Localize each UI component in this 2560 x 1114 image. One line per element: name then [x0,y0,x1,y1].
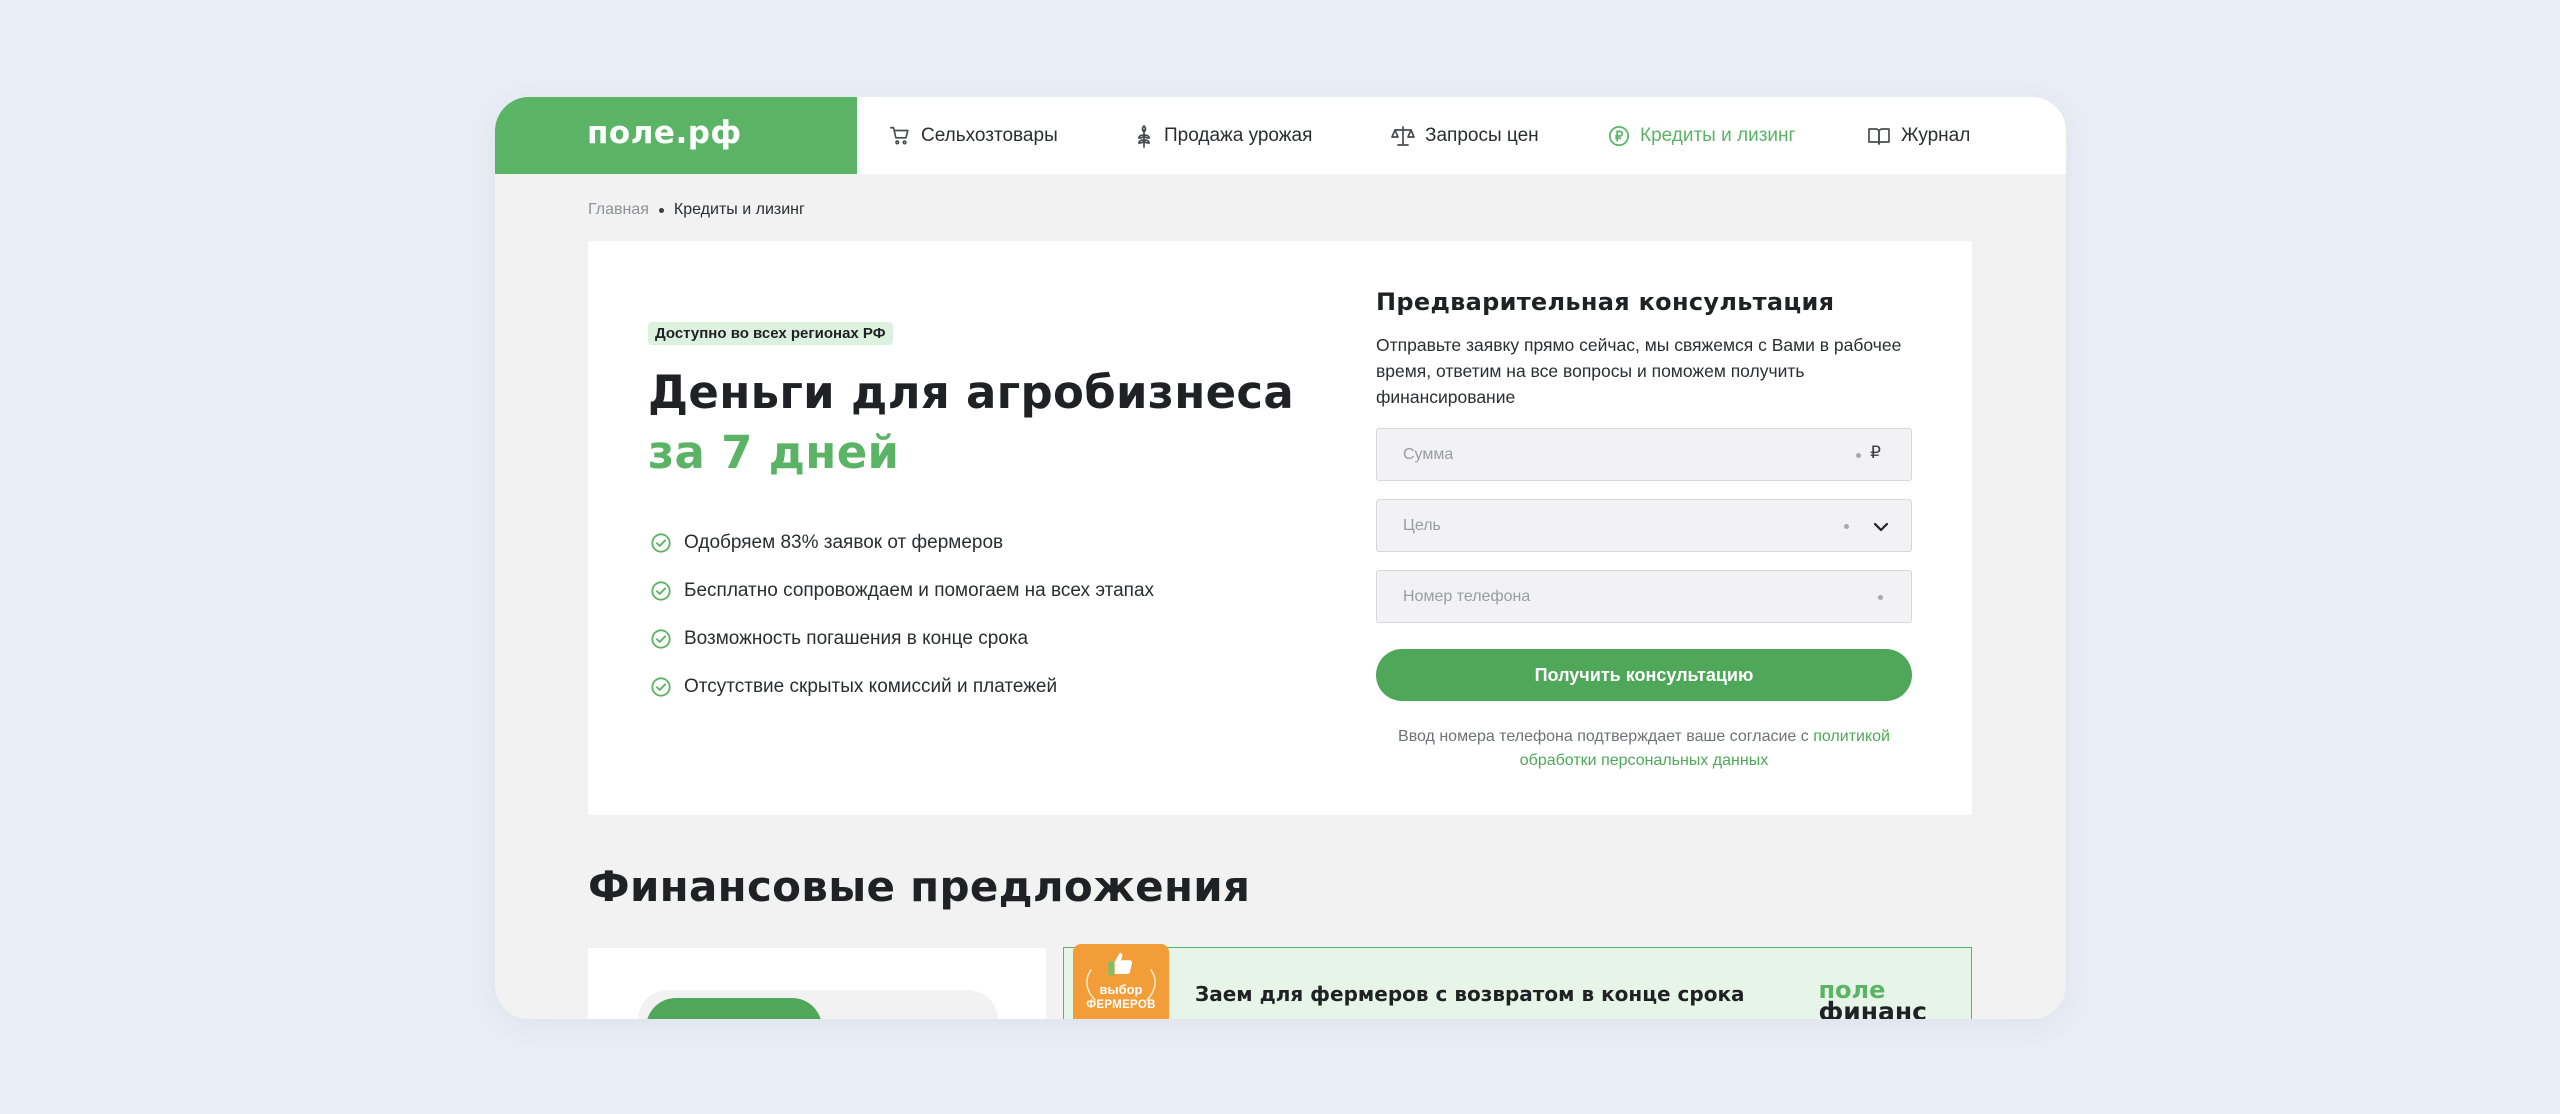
form-title: Предварительная консультация [1376,288,1835,316]
scales-icon [1391,125,1415,146]
partner-logo-line2: финанс [1818,997,1927,1019]
wheat-icon [1138,124,1150,148]
nav-label: Журнал [1901,124,1971,146]
required-dot [1844,524,1849,529]
logo-area[interactable]: поле.рф [495,97,857,174]
nav-item-journal[interactable]: Журнал [1867,97,1970,174]
list-item: Отсутствие скрытых комиссий и платежей [650,663,1154,711]
amount-field[interactable]: ₽ [1376,428,1912,481]
list-item: Одобряем 83% заявок от фермеров [650,519,1154,567]
list-item: Бесплатно сопровождаем и помогаем на все… [650,567,1154,615]
feature-text: Возможность погашения в конце срока [684,628,1029,649]
nav-item-price-requests[interactable]: Запросы цен [1391,97,1539,174]
offer-filter-card [588,948,1046,1019]
main-nav: Сельхозтовары Продажа урожая Запросы цен… [857,97,2066,174]
feature-list: Одобряем 83% заявок от фермеров Бесплатн… [650,519,1154,711]
feature-text: Бесплатно сопровождаем и помогаем на все… [684,580,1155,601]
amount-input[interactable] [1377,429,1911,480]
required-dot [1856,453,1861,458]
list-item: Возможность погашения в конце срока [650,615,1154,663]
required-dot [1878,595,1883,600]
hero-title-line2: за 7 дней [648,426,900,479]
nav-item-agro-goods[interactable]: Сельхозтовары [889,97,1058,174]
chevron-down-icon[interactable] [1871,517,1891,537]
phone-input[interactable] [1377,571,1911,622]
filter-toggle-active[interactable] [646,998,822,1019]
check-circle-icon [651,533,671,553]
pole-finans-logo: поле финанс [1818,978,1927,1019]
currency-suffix: ₽ [1870,443,1881,462]
section-title: Финансовые предложения [588,862,1251,911]
site-header: поле.рф Сельхозтовары Продажа урожая Зап… [495,97,2066,174]
purpose-select[interactable] [1376,499,1912,552]
nav-label: Кредиты и лизинг [1640,124,1796,146]
hero-title: Деньги для агробизнеса за 7 дней [648,363,1294,483]
breadcrumb: Главная Кредиты и лизинг [588,201,805,219]
nav-item-credits-leasing[interactable]: Кредиты и лизинг [1608,97,1795,174]
form-description: Отправьте заявку прямо сейчас, мы свяжем… [1376,335,1902,407]
hero-title-line1: Деньги для агробизнеса [648,366,1295,419]
feature-text: Отсутствие скрытых комиссий и платежей [684,676,1058,697]
breadcrumb-separator [658,207,664,213]
consultation-form: Предварительная консультация Отправьте з… [1376,288,1912,773]
nav-label: Сельхозтовары [921,124,1058,146]
award-line1: выбор [1099,982,1143,997]
check-circle-icon [651,677,671,697]
nav-item-harvest-sale[interactable]: Продажа урожая [1134,97,1312,174]
get-consultation-button[interactable]: Получить консультацию [1376,649,1912,701]
check-circle-icon [651,581,671,601]
breadcrumb-home[interactable]: Главная [588,201,649,219]
purpose-input[interactable] [1377,500,1911,551]
award-line2: ФЕРМЕРОВ [1086,999,1156,1011]
featured-offer-card[interactable]: выбор ФЕРМЕРОВ Заем для фермеров с возвр… [1063,944,1972,1019]
hero-card: Доступно во всех регионах РФ Деньги для … [588,241,1972,815]
site-logo[interactable]: поле.рф [587,115,742,151]
page-frame: поле.рф Сельхозтовары Продажа урожая Зап… [495,97,2066,1019]
nav-label: Запросы цен [1425,124,1539,146]
consent-note: Ввод номера телефона подтверждает ваше с… [1376,725,1912,773]
breadcrumb-current: Кредиты и лизинг [673,201,805,218]
farmers-choice-award: выбор ФЕРМЕРОВ [1073,944,1169,1019]
ruble-icon [1608,125,1630,146]
consent-text: Ввод номера телефона подтверждает ваше с… [1398,728,1814,745]
nav-label: Продажа урожая [1164,124,1313,146]
cart-icon [890,126,909,145]
check-circle-icon [651,629,671,649]
phone-field[interactable] [1376,570,1912,623]
offer-title[interactable]: Заем для фермеров с возвратом в конце ср… [1195,982,1745,1006]
book-icon [1868,127,1890,145]
availability-badge: Доступно во всех регионах РФ [648,322,893,345]
feature-text: Одобряем 83% заявок от фермеров [684,532,1004,553]
